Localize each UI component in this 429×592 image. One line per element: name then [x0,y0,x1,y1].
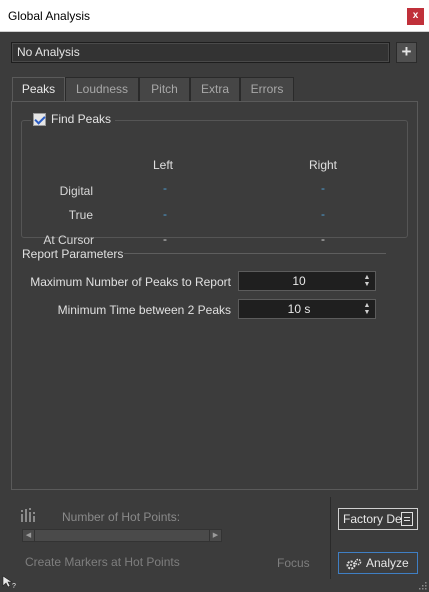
scroll-left-icon[interactable]: ◀ [23,530,35,541]
add-preset-button[interactable]: + [396,42,417,63]
row-at-cursor-label: At Cursor [43,233,94,247]
factory-defaults-label: Factory De [343,512,402,526]
true-right-value: - [321,207,325,221]
tab-errors[interactable]: Errors [240,77,294,101]
vertical-divider [330,497,331,579]
row-true-label: True [68,208,93,222]
find-peaks-toggle[interactable]: Find Peaks [31,112,116,126]
factory-defaults-button[interactable]: Factory De [338,508,418,530]
column-left-header: Left [153,158,174,172]
column-right-header: Right [309,158,338,172]
report-parameters-title: Report Parameters [22,247,124,261]
preset-select[interactable]: No Analysis [11,42,390,63]
analyze-button[interactable]: Analyze [338,552,418,574]
svg-text:?: ? [12,583,16,589]
true-left-value: - [163,207,167,221]
peaks-panel: Left Right Digital - - True - - At Curso… [11,101,418,490]
digital-right-value: - [321,181,325,195]
tab-loudness[interactable]: Loudness [65,77,139,101]
digital-left-value: - [163,181,167,195]
window-title: Global Analysis [8,9,91,23]
tab-extra[interactable]: Extra [190,77,240,101]
max-peaks-value[interactable]: 10 [239,272,359,290]
analyze-label: Analyze [366,556,409,570]
min-time-label: Minimum Time between 2 Peaks [57,303,231,317]
resize-grip-icon[interactable] [419,582,427,590]
scroll-right-icon[interactable]: ▶ [209,530,221,541]
row-digital-label: Digital [59,184,93,198]
hot-points-scrollbar[interactable]: ◀ ▶ [22,529,222,542]
help-cursor-icon[interactable]: ? [2,575,18,589]
document-icon [401,512,413,526]
find-peaks-checkbox[interactable] [33,112,46,126]
min-time-value[interactable]: 10 s [239,300,359,318]
spin-arrows-icon[interactable]: ▲ ▼ [363,274,371,288]
tab-pitch[interactable]: Pitch [139,77,190,101]
min-time-spinbox[interactable]: 10 s ▲ ▼ [238,299,376,319]
max-peaks-spinbox[interactable]: 10 ▲ ▼ [238,271,376,291]
focus-button[interactable]: Focus [277,556,310,570]
find-peaks-group: Left Right Digital - - True - - At Curso… [21,120,408,247]
title-bar: Global Analysis x [0,0,429,32]
spin-arrows-icon[interactable]: ▲ ▼ [363,302,371,316]
cursor-left-value: - [163,232,167,246]
create-markers-button[interactable]: Create Markers at Hot Points [25,555,180,569]
tab-peaks[interactable]: Peaks [12,77,65,102]
close-button[interactable]: x [407,8,424,25]
hot-points-icon [21,508,35,522]
max-peaks-label: Maximum Number of Peaks to Report [30,275,231,289]
gear-icon [346,558,362,570]
hot-points-label: Number of Hot Points: [62,510,181,524]
find-peaks-label: Find Peaks [51,112,112,126]
cursor-right-value: - [321,232,325,246]
section-divider [124,253,386,254]
